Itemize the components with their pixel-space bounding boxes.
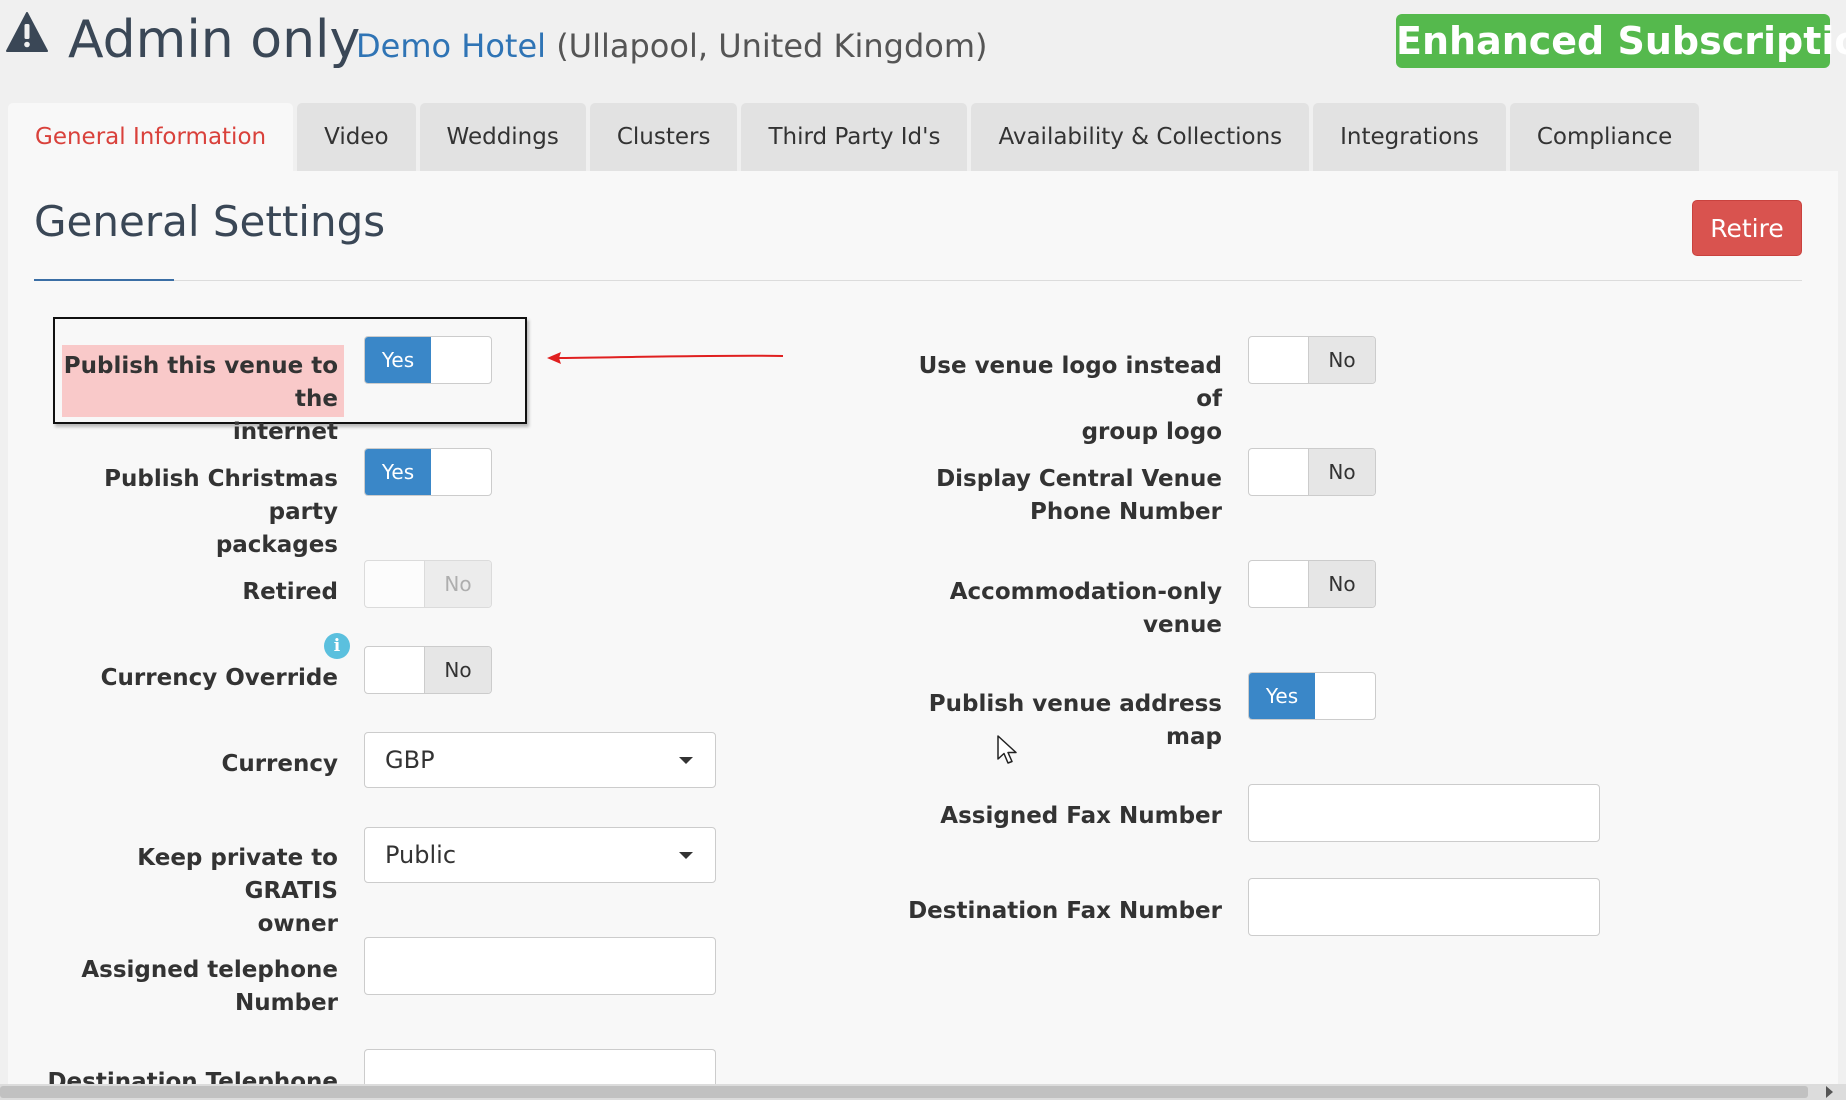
destination-fax-input[interactable] [1248,878,1600,936]
warning-triangle-icon [6,12,48,52]
central-phone-label: Display Central Venue Phone Number [936,466,1222,525]
destination-fax-label: Destination Fax Number [908,898,1222,924]
retired-toggle[interactable]: No [364,560,492,608]
scrollbar-thumb[interactable] [0,1086,1808,1098]
chevron-down-icon [679,852,693,859]
tab-general-information[interactable]: General Information [8,103,294,171]
assigned-telephone-input[interactable] [364,937,716,995]
hotel-location: (Ullapool, United Kingdom) [556,27,988,65]
venue-logo-toggle[interactable]: No [1248,336,1376,384]
annotation-arrow-icon [547,352,784,364]
currency-select[interactable]: GBP [364,732,716,788]
page-title: Admin only [68,10,361,70]
tab-video[interactable]: Video [297,103,416,171]
accommodation-only-toggle[interactable]: No [1248,560,1376,608]
retire-button[interactable]: Retire [1692,200,1802,256]
assigned-fax-input[interactable] [1248,784,1600,842]
title-divider-accent [34,279,174,281]
section-title: General Settings [34,197,386,246]
tab-clusters[interactable]: Clusters [589,103,738,171]
subscription-badge: Enhanced Subscription [1396,14,1846,68]
publish-christmas-label: Publish Christmas party packages [104,466,338,558]
chevron-down-icon [679,757,693,764]
keep-private-select[interactable]: Public [364,827,716,883]
tab-third-party-ids[interactable]: Third Party Id's [741,103,968,171]
hotel-name-link[interactable]: Demo Hotel [356,27,546,65]
venue-logo-label: Use venue logo instead of group logo [918,353,1222,445]
scroll-right-arrow-icon[interactable] [1826,1086,1833,1098]
retired-label: Retired [242,579,338,605]
tab-availability-collections[interactable]: Availability & Collections [971,103,1310,171]
accommodation-only-label: Accommodation-only venue [949,579,1222,638]
assigned-fax-label: Assigned Fax Number [940,803,1222,829]
hotel-heading: Demo Hotel (Ullapool, United Kingdom) [356,25,988,67]
central-phone-toggle[interactable]: No [1248,448,1376,496]
destination-telephone-input[interactable] [364,1049,716,1084]
currency-override-label: Currency Override [100,665,338,691]
mouse-cursor-icon [997,735,1017,764]
publish-internet-label: Publish this venue to the internet [63,353,338,445]
currency-label: Currency [221,751,338,777]
tab-compliance[interactable]: Compliance [1509,103,1700,171]
tab-integrations[interactable]: Integrations [1313,103,1506,171]
currency-override-toggle[interactable]: No [364,646,492,694]
assigned-telephone-label: Assigned telephone Number [81,957,338,1016]
info-icon[interactable]: i [324,633,350,659]
address-map-label: Publish venue address map [928,691,1222,750]
publish-internet-toggle[interactable]: Yes [364,336,492,384]
title-divider [34,280,1802,281]
keep-private-label: Keep private to GRATIS owner [137,845,338,937]
address-map-toggle[interactable]: Yes [1248,672,1376,720]
destination-telephone-label: Destination Telephone [47,1069,338,1084]
tab-weddings[interactable]: Weddings [419,103,586,171]
publish-christmas-toggle[interactable]: Yes [364,448,492,496]
tab-bar: General Information Video Weddings Clust… [8,103,1700,171]
